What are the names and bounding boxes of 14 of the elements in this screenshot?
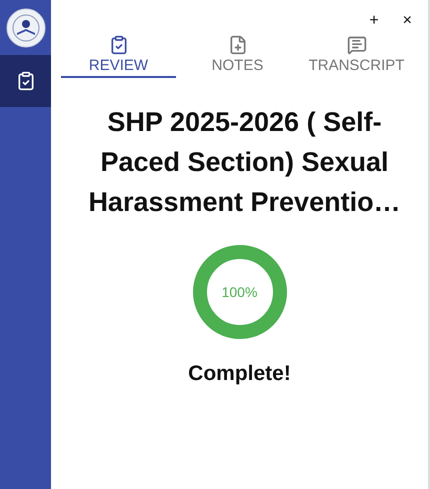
clipboard-check-icon bbox=[108, 35, 128, 55]
progress-percent: 100% bbox=[222, 284, 258, 300]
clipboard-check-icon bbox=[16, 71, 36, 91]
tab[interactable]: TRANSCRIPT bbox=[299, 32, 414, 78]
seal-logo bbox=[6, 8, 46, 48]
course-title: SHP 2025-2026 ( Self-Paced Section) Sexual Harassment Preventio… bbox=[87, 106, 402, 219]
file-plus-icon bbox=[228, 35, 248, 55]
close-button[interactable]: × bbox=[400, 10, 414, 32]
message-icon bbox=[346, 35, 366, 55]
add-button[interactable]: + bbox=[367, 10, 381, 32]
tab[interactable]: REVIEW bbox=[61, 32, 176, 78]
completion-status: Complete! bbox=[188, 362, 291, 386]
sidebar-item[interactable] bbox=[0, 55, 51, 107]
tab[interactable]: NOTES bbox=[180, 32, 295, 78]
